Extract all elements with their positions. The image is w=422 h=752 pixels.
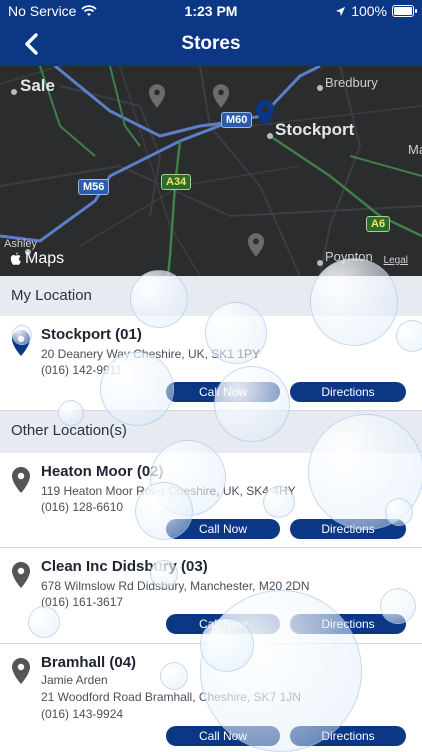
battery-icon [392, 5, 417, 17]
call-now-button[interactable]: Call Now [166, 726, 280, 746]
map-pin-icon[interactable] [247, 233, 265, 257]
store-contact: Jamie Arden [41, 673, 108, 687]
call-now-button[interactable]: Call Now [166, 382, 280, 402]
location-pin-icon [12, 562, 30, 588]
store-address: 678 Wilmslow Rd Didsbury, Manchester, M2… [41, 579, 310, 593]
battery-percent: 100% [351, 3, 387, 19]
app-header: No Service 1:23 PM 100% Stores [0, 0, 422, 66]
location-pin-icon [12, 330, 30, 356]
call-now-button[interactable]: Call Now [166, 614, 280, 634]
map-pin-icon[interactable] [148, 84, 166, 108]
section-title: My Location [11, 287, 92, 304]
nav-bar: Stores [0, 22, 422, 66]
road-badge-a34: A34 [161, 174, 192, 190]
map-label-ashley: Ashley [4, 238, 38, 250]
directions-button[interactable]: Directions [290, 614, 406, 634]
store-address: 119 Heaton Moor Road Cheshire, UK, SK4 4… [41, 484, 296, 498]
location-pin-icon [12, 467, 30, 493]
maps-brand-label: Maps [25, 250, 65, 267]
store-phone: (016) 142-9911 [41, 363, 123, 377]
map-roads [0, 66, 422, 276]
store-name: Heaton Moor (02) [41, 463, 164, 480]
map-label-poynton: Poynton [325, 249, 373, 264]
page-title: Stores [181, 33, 241, 54]
location-pin-icon [12, 658, 30, 684]
store-card-heaton-moor[interactable]: Heaton Moor (02) 119 Heaton Moor Road Ch… [0, 453, 422, 548]
section-header-my-location: My Location [0, 276, 422, 316]
status-bar: No Service 1:23 PM 100% [0, 0, 422, 22]
map-label-ma: Ma [408, 142, 422, 157]
map-label-stockport: Stockport [275, 120, 355, 139]
road-badge-m60: M60 [221, 112, 253, 128]
store-card-bramhall[interactable]: Bramhall (04) Jamie Arden 21 Woodford Ro… [0, 644, 422, 750]
location-arrow-icon [336, 6, 346, 16]
store-address: 20 Deanery Way Cheshire, UK, SK1 1PY [41, 347, 260, 361]
map-label-bredbury: Bredbury [325, 75, 378, 90]
legal-link[interactable]: Legal [384, 255, 408, 266]
store-name: Stockport (01) [41, 326, 142, 343]
section-title: Other Location(s) [11, 422, 127, 439]
apple-icon [10, 252, 21, 265]
store-name: Clean Inc Didsbury (03) [41, 558, 208, 575]
call-now-button[interactable]: Call Now [166, 519, 280, 539]
road-badge-m56: M56 [78, 179, 110, 195]
store-name: Bramhall (04) [41, 654, 137, 671]
store-map[interactable]: Sale Bredbury Stockport Ma Ashley Poynto… [0, 66, 422, 276]
section-header-other-locations: Other Location(s) [0, 411, 422, 453]
road-badge-a6: A6 [366, 216, 391, 232]
store-phone: (016) 161-3617 [41, 595, 124, 609]
directions-button[interactable]: Directions [290, 519, 406, 539]
map-pin-icon[interactable] [212, 84, 230, 108]
selected-store-pin-icon[interactable] [255, 100, 275, 126]
store-card-didsbury[interactable]: Clean Inc Didsbury (03) 678 Wilmslow Rd … [0, 548, 422, 644]
map-label-sale: Sale [20, 76, 55, 95]
directions-button[interactable]: Directions [290, 382, 406, 402]
directions-button[interactable]: Directions [290, 726, 406, 746]
store-phone: (016) 128-6610 [41, 500, 124, 514]
store-phone: (016) 143-9924 [41, 707, 124, 721]
store-address: 21 Woodford Road Bramhall, Cheshire, SK7… [41, 690, 301, 704]
store-card-stockport[interactable]: Stockport (01) 20 Deanery Way Cheshire, … [0, 316, 422, 411]
apple-maps-logo: Maps [10, 250, 64, 268]
